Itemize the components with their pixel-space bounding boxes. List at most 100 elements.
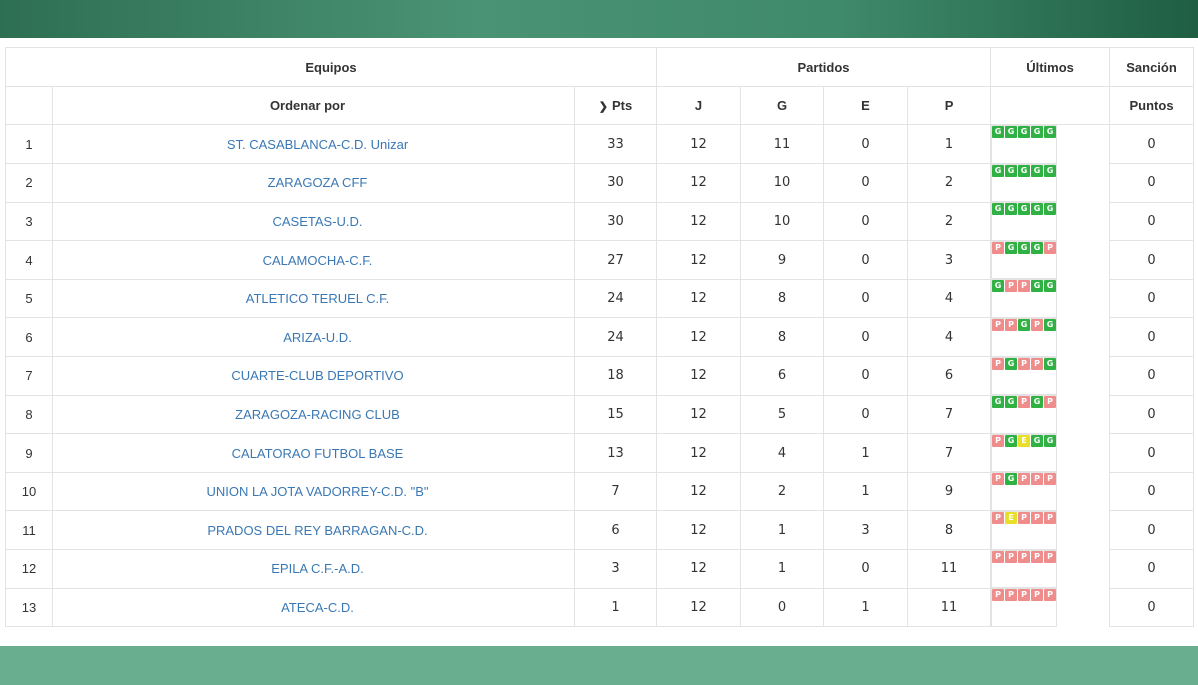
form-badge: P <box>992 589 1005 602</box>
form-cell: PEPPP <box>991 510 1058 550</box>
pts-cell: 30 <box>573 163 658 203</box>
team-link[interactable]: EPILA C.F.-A.D. <box>271 561 363 576</box>
form-badge: G <box>1018 164 1031 177</box>
footer-banner <box>0 646 1198 685</box>
team-link[interactable]: CASETAS-U.D. <box>272 214 362 229</box>
lost-cell: 3 <box>907 240 992 280</box>
sancion-cell: 0 <box>1109 587 1195 628</box>
table-row: 2 ZARAGOZA CFF 30 12 10 0 2 G G G G G 0 <box>5 163 1195 203</box>
team-cell: CALATORAO FUTBOL BASE <box>52 433 575 473</box>
form-cell: PGPPG <box>991 356 1058 396</box>
recent-form: PGGGP <box>992 241 1057 279</box>
lost-cell: 1 <box>907 123 992 165</box>
won-cell: 8 <box>740 278 825 319</box>
form-badge: G <box>1005 396 1018 409</box>
form-badge: G <box>1005 434 1018 447</box>
won-cell: 6 <box>740 356 825 396</box>
team-cell: ATECA-C.D. <box>52 587 575 628</box>
equipos-header: Equipos <box>4 47 658 87</box>
sancion-cell: 0 <box>1109 394 1195 435</box>
team-cell: EPILA C.F.-A.D. <box>52 549 575 589</box>
sancion-cell: 0 <box>1109 510 1195 551</box>
sancion-header: Sanción <box>1109 47 1195 87</box>
team-link[interactable]: ARIZA-U.D. <box>283 330 352 345</box>
team-link[interactable]: CUARTE-CLUB DEPORTIVO <box>231 368 403 383</box>
won-cell: 10 <box>740 163 825 203</box>
form-badge: G <box>1005 164 1018 177</box>
team-link[interactable]: PRADOS DEL REY BARRAGAN-C.D. <box>207 523 427 538</box>
team-link[interactable]: ZARAGOZA-RACING CLUB <box>235 407 400 422</box>
recent-form: PGPPG <box>992 357 1057 395</box>
form-badge: P <box>1044 396 1057 409</box>
rank-cell: 2 <box>5 163 53 203</box>
form-badge: G <box>992 203 1005 216</box>
form-badge: P <box>1044 550 1057 563</box>
team-link[interactable]: ZARAGOZA CFF <box>268 175 368 190</box>
form-badge: P <box>1005 318 1018 331</box>
lost-cell: 2 <box>907 201 992 242</box>
team-link[interactable]: CALATORAO FUTBOL BASE <box>232 446 404 461</box>
form-cell: PPGPG <box>991 317 1058 357</box>
form-badge: E <box>1018 434 1031 447</box>
drawn-cell: 0 <box>823 317 909 358</box>
drawn-cell: 0 <box>823 278 909 319</box>
g-header[interactable]: G <box>740 86 825 125</box>
form-badge: G <box>1031 164 1044 177</box>
partidos-header: Partidos <box>656 47 992 87</box>
form-badge: G <box>1031 434 1044 447</box>
standings-table: Equipos Partidos Últimos Sanción Ordenar… <box>4 47 1195 628</box>
pts-cell: 6 <box>573 510 658 551</box>
team-link[interactable]: ATLETICO TERUEL C.F. <box>246 291 390 306</box>
form-badge: G <box>992 164 1005 177</box>
team-link[interactable]: ST. CASABLANCA-C.D. Unizar <box>227 137 408 152</box>
played-cell: 12 <box>656 317 742 358</box>
form-badge: P <box>1031 318 1044 331</box>
puntos-header: Puntos <box>1109 86 1195 125</box>
form-badge: P <box>1018 473 1031 486</box>
form-cell: PPPPP <box>991 588 1058 627</box>
team-cell: CUARTE-CLUB DEPORTIVO <box>52 356 575 396</box>
header-row-columns: Ordenar por ❯ Pts J G E P Puntos <box>5 86 1195 125</box>
form-badge: P <box>1018 589 1031 602</box>
table-row: 12 EPILA C.F.-A.D. 3 12 1 0 11 P P P P P 0 <box>5 549 1195 589</box>
pts-cell: 7 <box>573 471 658 512</box>
form-badge: G <box>992 126 1005 138</box>
rank-cell: 6 <box>5 317 53 358</box>
form-badge: P <box>1018 357 1031 370</box>
team-link[interactable]: UNION LA JOTA VADORREY-C.D. "B" <box>206 484 428 499</box>
form-badge: P <box>1005 280 1018 293</box>
p-header[interactable]: P <box>907 86 992 125</box>
rank-cell: 5 <box>5 278 53 319</box>
team-cell: PRADOS DEL REY BARRAGAN-C.D. <box>52 510 575 551</box>
lost-cell: 4 <box>907 278 992 319</box>
recent-form: GPPGG <box>992 280 1057 317</box>
won-cell: 8 <box>740 317 825 358</box>
sancion-cell: 0 <box>1109 549 1195 589</box>
header-banner <box>0 0 1198 38</box>
form-badge: G <box>1044 434 1057 447</box>
table-row: 4 CALAMOCHA-C.F. 27 12 9 0 3 P G G G P 0 <box>5 240 1195 280</box>
played-cell: 12 <box>656 549 742 589</box>
e-header[interactable]: E <box>823 86 909 125</box>
won-cell: 1 <box>740 549 825 589</box>
table-row: 3 CASETAS-U.D. 30 12 10 0 2 G G G G G 0 <box>5 201 1195 242</box>
j-header[interactable]: J <box>656 86 742 125</box>
rank-cell: 12 <box>5 549 53 589</box>
team-cell: ATLETICO TERUEL C.F. <box>52 278 575 319</box>
sancion-cell: 0 <box>1109 163 1195 203</box>
form-badge: P <box>1018 550 1031 563</box>
form-badge: G <box>1005 241 1018 254</box>
ultimos-subheader <box>990 86 1111 125</box>
drawn-cell: 1 <box>823 471 909 512</box>
played-cell: 12 <box>656 163 742 203</box>
recent-form: PPGPG <box>992 318 1057 356</box>
pts-cell: 18 <box>573 356 658 396</box>
team-link[interactable]: ATECA-C.D. <box>281 600 354 615</box>
played-cell: 12 <box>656 433 742 473</box>
team-link[interactable]: CALAMOCHA-C.F. <box>263 253 373 268</box>
drawn-cell: 0 <box>823 201 909 242</box>
played-cell: 12 <box>656 587 742 628</box>
rank-cell: 10 <box>5 471 53 512</box>
form-badge: P <box>1044 511 1057 524</box>
pts-sort-header[interactable]: ❯ Pts <box>573 86 658 125</box>
